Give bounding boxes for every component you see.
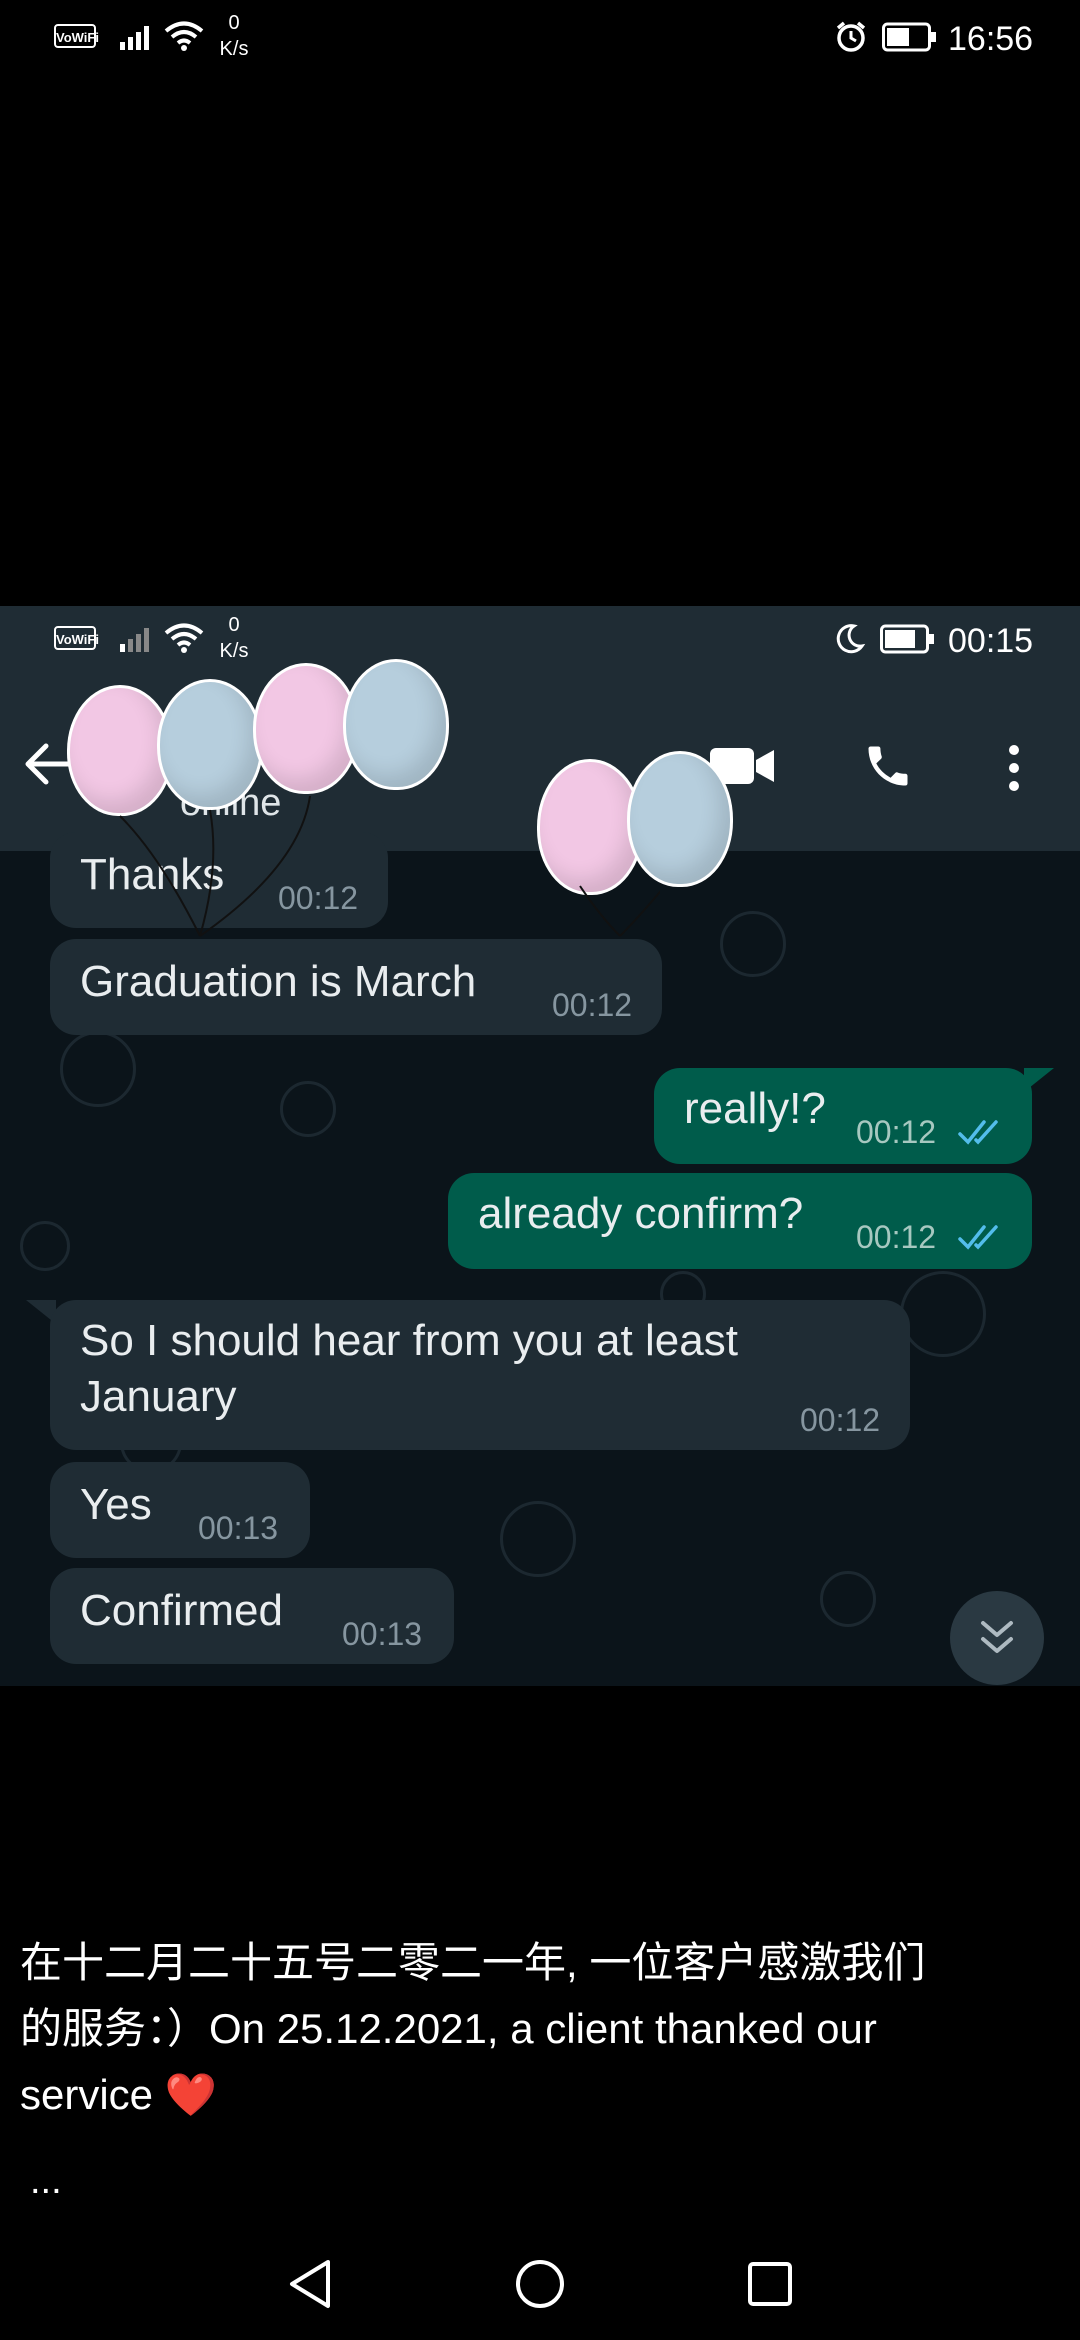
battery-icon — [880, 624, 934, 654]
wifi-icon — [164, 21, 204, 51]
phone-icon[interactable] — [862, 740, 914, 792]
signal-icon — [120, 26, 149, 50]
message-outgoing[interactable]: already confirm? 00:12 — [448, 1173, 1032, 1269]
message-incoming[interactable]: So I should hear from you at least Janua… — [50, 1300, 910, 1450]
message-time: 00:13 — [198, 1510, 279, 1546]
embedded-chat-screenshot: VoWiFi 0 K/s 00:15 online Thanks 00:12 G… — [0, 606, 1080, 1686]
clock: 16:56 — [948, 20, 1034, 58]
nav-home-icon[interactable] — [514, 2258, 566, 2310]
message-text: already confirm? — [478, 1189, 804, 1238]
do-not-disturb-moon-icon — [836, 624, 866, 654]
message-time: 00:12 — [856, 1114, 937, 1150]
clock: 00:15 — [948, 622, 1034, 660]
net-speed-value: 0 — [228, 614, 240, 636]
message-text: really!? — [684, 1084, 826, 1133]
bubble-tail — [1024, 1068, 1054, 1092]
message-time: 00:12 — [800, 1402, 881, 1438]
battery-icon — [882, 22, 936, 52]
vowifi-icon: VoWiFi — [54, 24, 99, 48]
nav-back-icon[interactable] — [284, 2256, 334, 2312]
alarm-icon — [836, 21, 866, 52]
caption-line-1: 在十二月二十五号二零二一年, 一位客户感激我们 — [20, 1939, 926, 1986]
read-receipt-icon — [958, 1225, 998, 1250]
message-text-line1: So I should hear from you at least — [80, 1316, 738, 1365]
read-receipt-icon — [958, 1120, 998, 1145]
message-outgoing[interactable]: really!? 00:12 — [654, 1068, 1032, 1164]
see-more-link[interactable]: ... — [30, 2160, 62, 2203]
back-arrow-icon[interactable] — [22, 740, 74, 788]
message-time: 00:12 — [856, 1219, 937, 1255]
net-speed-unit: K/s — [219, 640, 249, 662]
net-speed-unit: K/s — [219, 38, 249, 60]
message-incoming[interactable]: Graduation is March 00:12 — [50, 939, 662, 1035]
double-chevron-down-icon — [981, 1621, 1013, 1653]
navigation-bar — [0, 2236, 1080, 2340]
nav-recents-icon[interactable] — [746, 2260, 794, 2308]
vowifi-icon: VoWiFi — [54, 626, 99, 650]
message-incoming[interactable]: Yes 00:13 — [50, 1462, 310, 1558]
message-time: 00:12 — [552, 987, 633, 1023]
status-bar: VoWiFi 0 K/s 16:56 — [0, 0, 1080, 78]
net-speed-value: 0 — [228, 12, 240, 34]
message-incoming[interactable]: Confirmed 00:13 — [50, 1568, 454, 1664]
message-text-line2: January — [80, 1372, 237, 1421]
scroll-to-bottom-button[interactable] — [950, 1591, 1044, 1685]
message-time: 00:13 — [342, 1616, 423, 1652]
wifi-icon — [164, 623, 204, 653]
caption-line-2: 的服务：）On 25.12.2021, a client thanked our — [20, 2005, 877, 2052]
caption-line-3: service ❤️ — [20, 2071, 217, 2118]
message-text: Yes — [80, 1480, 152, 1529]
post-caption: 在十二月二十五号二零二一年, 一位客户感激我们 的服务：）On 25.12.20… — [20, 1930, 1060, 2128]
signal-icon — [120, 628, 149, 652]
message-text: Confirmed — [80, 1586, 283, 1635]
message-text: Graduation is March — [80, 957, 477, 1006]
more-vert-icon[interactable] — [1000, 742, 1028, 794]
